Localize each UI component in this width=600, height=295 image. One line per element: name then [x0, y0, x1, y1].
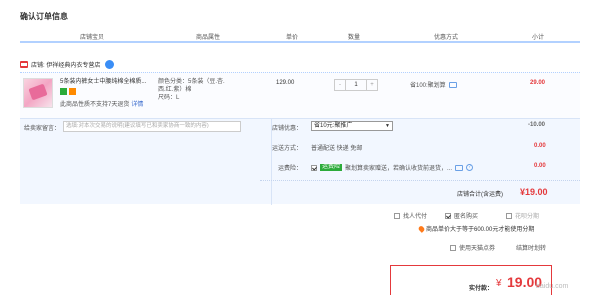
detail-link[interactable]: 详情 — [131, 102, 143, 108]
watermark: baidu.com — [536, 283, 569, 290]
product-name[interactable]: 5条装内裤女士中腰纯棉全棉质... — [60, 78, 154, 86]
insurance-row: 运费险 聚划算卖家赠送，若确认收货前退货，... ? — [311, 163, 474, 172]
service-badges — [60, 88, 76, 95]
promo-method: 省100:聚划算 — [410, 80, 457, 89]
column-header: 优惠方式 — [434, 35, 459, 41]
proxy-checkbox[interactable] — [394, 212, 400, 219]
qty-minus-button[interactable]: - — [335, 80, 345, 90]
column-header: 商品属性 — [196, 35, 221, 41]
page-title: 确认订单信息 — [20, 12, 68, 21]
location-icon — [417, 224, 426, 233]
insurance-tag: 运费险 — [320, 164, 343, 171]
huabei-label: 花呗分期 — [515, 214, 540, 220]
pay-label: 实付款： — [469, 286, 494, 292]
shipping-label: 运送方式： — [272, 146, 303, 152]
chat-icon[interactable] — [105, 59, 115, 69]
attr-color: 颜色分类：5条装（豆.杏.西.红.紫）棉 — [158, 79, 225, 93]
tmall-coupon-checkbox[interactable] — [450, 244, 456, 251]
shop-promo-selected: 省10元:聚推广 — [314, 123, 353, 129]
shop-promo-value: -10.00 — [528, 122, 546, 128]
anonymous-label: 匿名购买 — [454, 214, 479, 220]
promo-text: 省100:聚划算 — [410, 83, 446, 89]
product-thumbnail[interactable] — [23, 78, 53, 108]
qty-plus-button[interactable]: + — [367, 80, 377, 90]
tmall-coupon-label: 使用天猫点券 — [459, 246, 496, 252]
insurance-value: 0.00 — [534, 163, 546, 169]
tmall-coupon-option: 使用天猫点券 — [450, 243, 495, 252]
quantity-stepper: - 1 + — [334, 79, 378, 91]
divider — [260, 180, 580, 181]
pay-currency: ¥ — [496, 278, 502, 289]
insurance-checkbox[interactable] — [311, 164, 317, 171]
installment-notice: 商品单价大于等于600.00元才能使用分期 — [417, 224, 535, 233]
dropdown-arrow-icon: ▼ — [385, 123, 390, 129]
installment-text: 商品单价大于等于600.00元才能使用分期 — [426, 227, 535, 233]
memo-input[interactable]: 选填:对本次交易的说明(建议填写已和卖家协商一致的内容) — [63, 121, 241, 132]
return-notice-text: 此商品性质不支持7天退货 — [60, 102, 130, 108]
shop-row: 店铺: 伊祥经典内衣专营店 — [20, 58, 115, 70]
table-header: 店铺宝贝 商品属性 单价 数量 优惠方式 小计 — [20, 29, 580, 43]
shop-promo-label: 店铺优惠： — [272, 126, 303, 132]
shop-name[interactable]: 店铺: 伊祥经典内衣专营店 — [31, 60, 100, 69]
column-header: 数量 — [348, 35, 361, 41]
shipping-value: 0.00 — [534, 143, 546, 149]
huabei-checkbox[interactable] — [506, 212, 512, 219]
column-header: 店铺宝贝 — [80, 35, 105, 41]
option-huabei: 花呗分期 — [506, 211, 539, 220]
guarantee-icon — [60, 88, 67, 95]
message-icon[interactable] — [455, 164, 464, 171]
option-proxy: 找人代付 — [394, 211, 427, 220]
tmall-settle-text: 结算时划转 — [516, 246, 547, 252]
message-icon[interactable] — [448, 81, 457, 88]
shop-total-label: 店铺合计(含运费) — [457, 192, 503, 198]
shop-total-value: ¥19.00 — [520, 187, 548, 197]
anonymous-checkbox[interactable] — [445, 212, 451, 219]
shop-icon — [20, 60, 28, 68]
item-subtotal: 29.00 — [530, 80, 546, 86]
proxy-label: 找人代付 — [403, 214, 428, 220]
card-icon — [69, 88, 76, 95]
shop-promo-select[interactable]: 省10元:聚推广 ▼ — [311, 121, 393, 131]
shipping-method: 普通配送 快递 免邮 — [311, 146, 363, 152]
return-notice: 此商品性质不支持7天退货 详情 — [60, 99, 143, 108]
attr-size: 尺码：L — [158, 95, 180, 101]
insurance-text: 聚划算卖家赠送，若确认收货前退货，... — [345, 166, 453, 172]
option-anonymous: 匿名购买 — [445, 211, 478, 220]
column-header: 小计 — [532, 35, 545, 41]
insurance-label: 运费险： — [278, 166, 303, 172]
column-header: 单价 — [286, 35, 299, 41]
unit-price: 129.00 — [276, 80, 295, 86]
product-attributes: 颜色分类：5条装（豆.杏.西.红.紫）棉 尺码：L — [158, 78, 228, 102]
help-icon[interactable]: ? — [466, 164, 474, 171]
memo-label: 给卖家留言： — [24, 126, 61, 132]
qty-input[interactable]: 1 — [345, 80, 367, 90]
